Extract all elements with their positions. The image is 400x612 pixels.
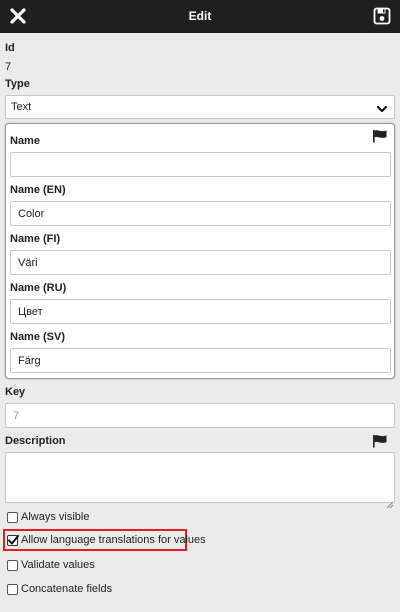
checkbox-box[interactable]	[7, 560, 18, 571]
flag-icon[interactable]	[372, 129, 388, 143]
description-textarea[interactable]	[5, 452, 395, 503]
page-title: Edit	[188, 9, 212, 23]
checkbox-box[interactable]	[7, 584, 18, 595]
description-label: Description	[5, 435, 66, 447]
type-select[interactable]: Text	[5, 95, 395, 119]
id-value: 7	[5, 61, 12, 73]
flag-icon[interactable]	[372, 434, 388, 448]
id-label: Id	[5, 42, 15, 54]
name-fi-label: Name (FI)	[10, 233, 61, 245]
header-bar: Edit	[0, 0, 400, 33]
checkbox-label: Validate values	[21, 559, 95, 571]
name-ru-label: Name (RU)	[10, 282, 67, 294]
name-en-input[interactable]	[10, 201, 391, 226]
name-ru-input[interactable]	[10, 299, 391, 324]
name-sv-input[interactable]	[10, 348, 391, 373]
checkbox-label: Concatenate fields	[21, 583, 113, 595]
key-label: Key	[5, 386, 26, 398]
type-label: Type	[5, 78, 30, 90]
name-en-label: Name (EN)	[10, 184, 66, 196]
checkbox-box[interactable]	[7, 512, 18, 523]
type-select-value: Text	[11, 101, 32, 113]
name-input[interactable]	[10, 152, 391, 177]
chevron-down-icon	[376, 102, 388, 114]
name-sv-label: Name (SV)	[10, 331, 66, 343]
save-icon[interactable]	[373, 7, 391, 25]
checkbox-box[interactable]	[7, 533, 19, 546]
check-icon	[7, 533, 19, 545]
checkbox-label: Always visible	[21, 511, 90, 523]
name-translations-group: Name Name (EN) Name (FI) Name (RU) Name …	[5, 123, 395, 379]
key-input[interactable]	[5, 403, 395, 428]
checkbox-label: Allow language translations for values	[21, 534, 206, 546]
resize-handle-icon[interactable]	[386, 495, 394, 509]
name-label: Name	[10, 135, 40, 147]
name-fi-input[interactable]	[10, 250, 391, 275]
